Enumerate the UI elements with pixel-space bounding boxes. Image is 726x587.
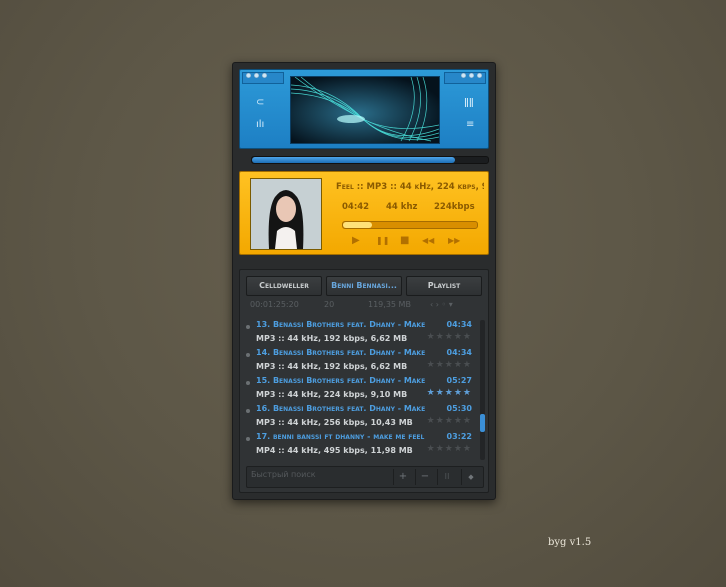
playlist-stats: 00:01:25:20 20 119,35 MB ‹ › ◦ ▾ — [250, 300, 480, 309]
window-dots-right[interactable] — [461, 73, 482, 78]
next-button[interactable]: ▶▶ — [448, 235, 460, 247]
track-duration: 04:34 — [446, 320, 472, 329]
bullet-icon — [246, 437, 250, 441]
track-duration: 05:30 — [446, 404, 472, 413]
visualizer-waves-icon — [291, 77, 439, 143]
track-title: 17. benni banssi ft dhanny - make me fee… — [256, 432, 425, 441]
playlist-duration: 00:01:25:20 — [250, 300, 299, 309]
tab-playlist[interactable]: Playlist — [406, 276, 482, 296]
window-dots-left[interactable] — [246, 73, 267, 78]
time-display: 04:42 — [342, 202, 370, 212]
bitrate-display: 224kbps — [434, 202, 475, 212]
add-button[interactable]: + — [393, 469, 412, 485]
play-button[interactable]: ▶ — [352, 235, 360, 247]
bullet-icon — [246, 325, 250, 329]
seek-bar[interactable] — [342, 221, 478, 229]
album-cover — [250, 178, 322, 250]
scrollbar-thumb[interactable] — [480, 414, 485, 432]
bullet-icon — [246, 381, 250, 385]
spectrum-icon[interactable]: ǁǁ — [464, 98, 474, 108]
version-label: byg v1.5 — [548, 537, 592, 548]
tab-celldweller[interactable]: Celldweller — [246, 276, 322, 296]
rating-stars[interactable]: ★★★★★ — [427, 332, 472, 342]
pause-button[interactable]: ❚❚ — [376, 235, 389, 247]
rating-stars[interactable]: ★★★★★ — [427, 444, 472, 454]
track-title: 16. Benassi Brothers feat. Dhany - Make … — [256, 404, 428, 413]
player-window: ⊂ ılı ǁǁ ≡ Feel:: MP3:: 44 kHz, 224 kb… — [232, 62, 496, 500]
list-item[interactable]: 16. Benassi Brothers feat. Dhany - Make … — [246, 404, 472, 432]
track-duration: 05:27 — [446, 376, 472, 385]
options-button[interactable]: ◆ — [461, 469, 480, 485]
playlist-count: 20 — [324, 300, 335, 309]
visualizer[interactable] — [290, 76, 440, 144]
bullet-icon — [246, 353, 250, 357]
rating-stars[interactable]: ★★★★★ — [427, 416, 472, 426]
track-duration: 04:34 — [446, 348, 472, 357]
visualization-panel: ⊂ ılı ǁǁ ≡ — [239, 69, 489, 149]
playlist-toolbar: Быстрый поиск + − ⁝⁝ ◆ — [246, 466, 484, 488]
sort-icon[interactable]: ‹ › ◦ ▾ — [430, 300, 453, 309]
stop-button[interactable]: ■ — [400, 235, 409, 247]
now-playing-panel: Feel :: MP3 :: 44 kHz, 224 kbps, 9,10 04… — [239, 171, 489, 255]
track-title: 14. Benassi Brothers feat. Dhany - Make … — [256, 348, 428, 357]
quick-search-input[interactable]: Быстрый поиск — [251, 470, 316, 479]
track-marquee: Feel :: MP3 :: 44 kHz, 224 kbps, 9,10 — [336, 182, 484, 192]
tab-benni-bennasi[interactable]: Benni Bennasi... — [326, 276, 402, 296]
frequency-display: 44 khz — [386, 202, 418, 212]
list-item[interactable]: 15. Benassi Brothers feat. Dhany - Make … — [246, 376, 472, 404]
track-duration: 03:22 — [446, 432, 472, 441]
playlist-size: 119,35 MB — [368, 300, 411, 309]
rating-stars[interactable]: ★★★★★ — [427, 360, 472, 370]
previous-button[interactable]: ◀◀ — [422, 235, 434, 247]
list-item[interactable]: 14. Benassi Brothers feat. Dhany - Make … — [246, 348, 472, 376]
main-progress-bar[interactable] — [251, 156, 489, 164]
track-meta: MP3 :: 44 kHz, 192 kbps, 6,62 MB — [256, 334, 408, 343]
list-item[interactable]: 13. Benassi Brothers feat. Dhany - Make … — [246, 320, 472, 348]
list-item[interactable]: 17. benni banssi ft dhanny - make me fee… — [246, 432, 472, 460]
seek-fill — [343, 222, 373, 228]
playlist-panel: Celldweller Benni Bennasi... Playlist 00… — [239, 269, 489, 493]
track-meta: MP3 :: 44 kHz, 256 kbps, 10,43 MB — [256, 418, 413, 427]
remove-button[interactable]: − — [415, 469, 434, 485]
menu-icon[interactable]: ≡ — [466, 120, 474, 130]
track-meta: MP3 :: 44 kHz, 224 kbps, 9,10 MB — [256, 390, 408, 399]
track-title: 15. Benassi Brothers feat. Dhany - Make … — [256, 376, 428, 385]
repeat-icon[interactable]: ⊂ — [256, 98, 264, 108]
playlist-scrollbar[interactable] — [480, 320, 485, 460]
bullet-icon — [246, 409, 250, 413]
main-progress-fill — [252, 157, 455, 163]
track-meta: MP3 :: 44 kHz, 192 kbps, 6,62 MB — [256, 362, 408, 371]
equalizer-icon[interactable]: ılı — [256, 120, 264, 130]
track-meta: MP4 :: 44 kHz, 495 kbps, 11,98 MB — [256, 446, 413, 455]
rating-stars[interactable]: ★★★★★ — [427, 388, 472, 398]
album-cover-image-icon — [251, 179, 321, 249]
track-title: 13. Benassi Brothers feat. Dhany - Make … — [256, 320, 428, 329]
select-button[interactable]: ⁝⁝ — [437, 469, 456, 485]
